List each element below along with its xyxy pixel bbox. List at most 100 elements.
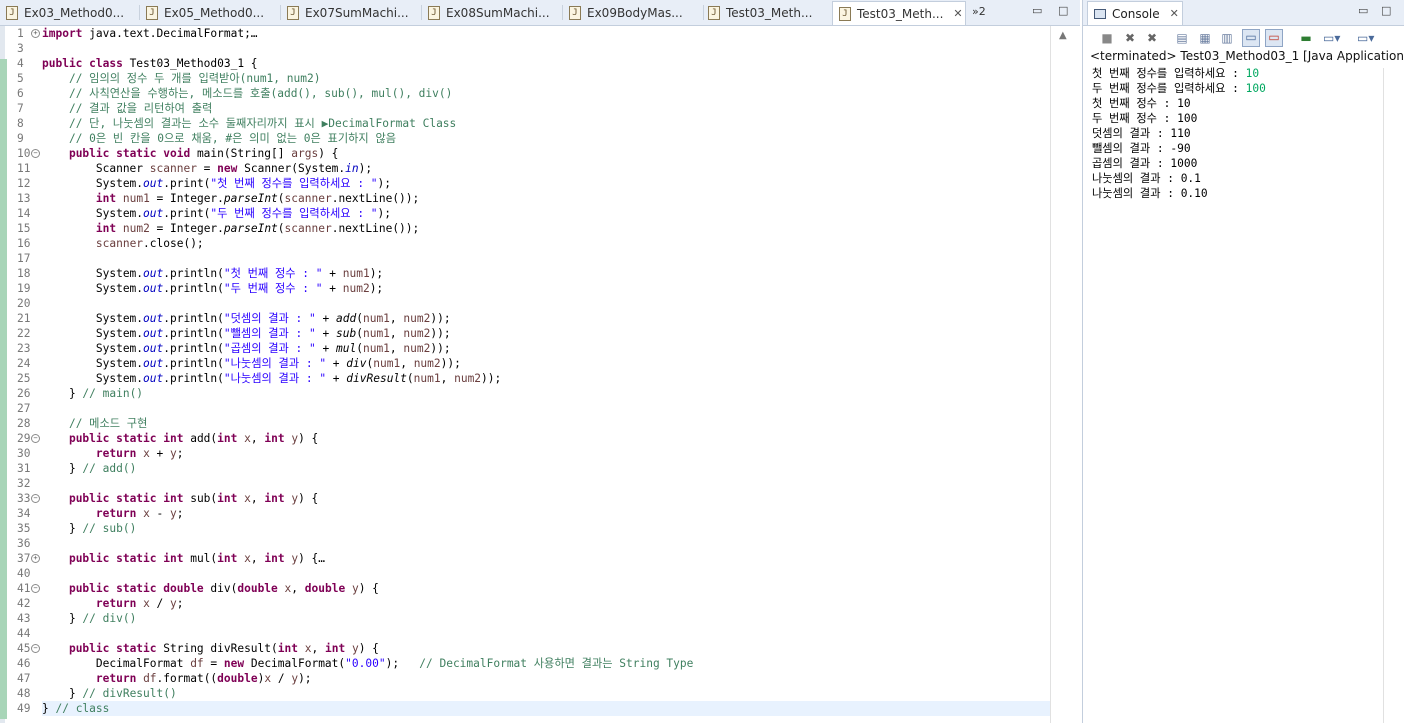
code-line[interactable]: // 임의의 정수 두 개를 입력받아(num1, num2) xyxy=(42,71,1050,86)
code-line[interactable]: } // add() xyxy=(42,461,1050,476)
line-number: 15 xyxy=(17,222,31,235)
code-line[interactable]: } // divResult() xyxy=(42,686,1050,701)
scroll-up-icon[interactable]: ▲ xyxy=(1059,30,1067,41)
java-file-icon: J xyxy=(146,6,158,20)
tab-overflow-button[interactable]: »2 xyxy=(972,5,986,18)
code-line[interactable] xyxy=(42,401,1050,416)
collapse-fold-icon[interactable]: − xyxy=(31,494,40,503)
code-line[interactable]: System.out.println("곱셈의 결과 : " + mul(num… xyxy=(42,341,1050,356)
code-line[interactable]: Scanner scanner = new Scanner(System.in)… xyxy=(42,161,1050,176)
line-number: 47 xyxy=(17,672,31,685)
line-number: 43 xyxy=(17,612,31,625)
line-number: 11 xyxy=(17,162,31,175)
display-console-icon[interactable]: ▭▾ xyxy=(1323,31,1340,45)
minimize-icon[interactable]: ▭ xyxy=(1358,5,1368,16)
close-icon[interactable]: ✕ xyxy=(953,7,962,20)
collapse-fold-icon[interactable]: − xyxy=(31,644,40,653)
editor-tab[interactable]: J Ex07SumMachi... xyxy=(287,2,417,24)
clear-console-icon[interactable]: ▤ xyxy=(1175,31,1189,45)
code-line[interactable]: System.out.println("두 번째 정수 : " + num2); xyxy=(42,281,1050,296)
console-line: 나눗셈의 결과 : 0.1 xyxy=(1092,172,1201,185)
code-line[interactable]: // 단, 나눗셈의 결과는 소수 둘째자리까지 표시 ▶DecimalForm… xyxy=(42,116,1050,131)
code-line[interactable]: System.out.println("덧셈의 결과 : " + add(num… xyxy=(42,311,1050,326)
code-line[interactable]: public static int add(int x, int y) { xyxy=(42,431,1050,446)
code-line[interactable]: public static String divResult(int x, in… xyxy=(42,641,1050,656)
line-number: 48 xyxy=(17,687,31,700)
vertical-scrollbar[interactable]: ▲ xyxy=(1050,26,1081,723)
code-line[interactable]: DecimalFormat df = new DecimalFormat("0.… xyxy=(42,656,1050,671)
console-output[interactable]: 첫 번째 정수를 입력하세요 : 10 두 번째 정수를 입력하세요 : 100 첫… xyxy=(1092,66,1266,201)
code-line[interactable]: } // class xyxy=(42,701,1050,716)
code-line[interactable]: return x + y; xyxy=(42,446,1050,461)
terminate-icon[interactable]: ■ xyxy=(1100,31,1114,45)
quick-diff-bar xyxy=(0,59,7,719)
code-line[interactable]: public static double div(double x, doubl… xyxy=(42,581,1050,596)
collapse-fold-icon[interactable]: − xyxy=(31,434,40,443)
code-line[interactable]: scanner.close(); xyxy=(42,236,1050,251)
editor-tab[interactable]: J Ex03_Method0... xyxy=(6,2,136,24)
editor-tab[interactable]: J Ex08SumMachi... xyxy=(428,2,558,24)
code-line[interactable]: } // main() xyxy=(42,386,1050,401)
console-line: 뺄셈의 결과 : -90 xyxy=(1092,142,1191,155)
code-line[interactable]: // 0은 빈 칸을 0으로 채움, #은 의미 없는 0은 표기하지 않음 xyxy=(42,131,1050,146)
console-scrollbar[interactable] xyxy=(1383,68,1404,723)
java-file-icon: J xyxy=(287,6,299,20)
maximize-icon[interactable]: □ xyxy=(1381,5,1391,16)
code-line[interactable] xyxy=(42,41,1050,56)
code-line[interactable]: System.out.println("뺄셈의 결과 : " + sub(num… xyxy=(42,326,1050,341)
code-line[interactable]: System.out.print("첫 번째 정수를 입력하세요 : "); xyxy=(42,176,1050,191)
code-line[interactable]: public class Test03_Method03_1 { xyxy=(42,56,1050,71)
console-user-input: 10 xyxy=(1245,67,1260,80)
code-line[interactable]: System.out.print("두 번째 정수를 입력하세요 : "); xyxy=(42,206,1050,221)
code-line[interactable]: System.out.println("나눗셈의 결과 : " + div(nu… xyxy=(42,356,1050,371)
line-number: 12 xyxy=(17,177,31,190)
code-line[interactable]: public static void main(String[] args) { xyxy=(42,146,1050,161)
expand-fold-icon[interactable]: + xyxy=(31,554,40,563)
code-line[interactable]: int num2 = Integer.parseInt(scanner.next… xyxy=(42,221,1050,236)
code-line[interactable]: System.out.println("첫 번째 정수 : " + num1); xyxy=(42,266,1050,281)
code-line[interactable]: System.out.println("나눗셈의 결과 : " + divRes… xyxy=(42,371,1050,386)
remove-all-icon[interactable]: ✖ xyxy=(1145,31,1159,45)
console-tab[interactable]: Console ✕ xyxy=(1087,1,1183,25)
code-line[interactable]: public static int sub(int x, int y) { xyxy=(42,491,1050,506)
code-line[interactable]: int num1 = Integer.parseInt(scanner.next… xyxy=(42,191,1050,206)
code-line[interactable] xyxy=(42,296,1050,311)
collapse-fold-icon[interactable]: − xyxy=(31,584,40,593)
code-line[interactable]: } // sub() xyxy=(42,521,1050,536)
code-line[interactable]: return x / y; xyxy=(42,596,1050,611)
editor-tab[interactable]: J Test03_Meth... xyxy=(708,2,828,24)
pin-console-icon[interactable]: ▬ xyxy=(1299,31,1313,45)
minimize-icon[interactable]: ▭ xyxy=(1032,5,1042,16)
code-line[interactable]: // 사칙연산을 수행하는, 메소드를 호출(add(), sub(), mul… xyxy=(42,86,1050,101)
code-line[interactable] xyxy=(42,251,1050,266)
code-line[interactable] xyxy=(42,566,1050,581)
expand-fold-icon[interactable]: + xyxy=(31,29,40,38)
editor-tab[interactable]: J Ex09BodyMas... xyxy=(569,2,699,24)
scroll-lock-icon[interactable]: ▦ xyxy=(1198,31,1212,45)
show-on-stderr-icon[interactable]: ▭ xyxy=(1265,29,1283,47)
open-console-icon[interactable]: ▭▾ xyxy=(1357,31,1374,45)
line-number: 40 xyxy=(17,567,31,580)
maximize-icon[interactable]: □ xyxy=(1058,5,1068,16)
collapse-fold-icon[interactable]: − xyxy=(31,149,40,158)
code-line[interactable] xyxy=(42,476,1050,491)
editor-tab[interactable]: J Ex05_Method0... xyxy=(146,2,276,24)
java-file-icon: J xyxy=(839,6,851,21)
close-icon[interactable]: ✕ xyxy=(1170,7,1179,20)
code-text-area[interactable]: import java.text.DecimalFormat;… public … xyxy=(42,26,1050,716)
code-line[interactable]: return df.format((double)x / y); xyxy=(42,671,1050,686)
editor-tab-active[interactable]: J Test03_Meth... ✕ xyxy=(832,1,966,25)
code-line[interactable]: public static int mul(int x, int y) {… xyxy=(42,551,1050,566)
code-line[interactable]: // 결과 값을 리턴하여 출력 xyxy=(42,101,1050,116)
code-line[interactable] xyxy=(42,626,1050,641)
console-status: <terminated> Test03_Method03_1 [Java App… xyxy=(1090,49,1404,63)
remove-launch-icon[interactable]: ✖ xyxy=(1123,31,1137,45)
word-wrap-icon[interactable]: ▥ xyxy=(1220,31,1234,45)
code-line[interactable]: // 메소드 구현 xyxy=(42,416,1050,431)
code-line[interactable] xyxy=(42,536,1050,551)
code-line[interactable]: import java.text.DecimalFormat;… xyxy=(42,26,1050,41)
code-line[interactable]: return x - y; xyxy=(42,506,1050,521)
line-number: 9 xyxy=(17,132,24,145)
code-line[interactable]: } // div() xyxy=(42,611,1050,626)
show-on-stdout-icon[interactable]: ▭ xyxy=(1242,29,1260,47)
